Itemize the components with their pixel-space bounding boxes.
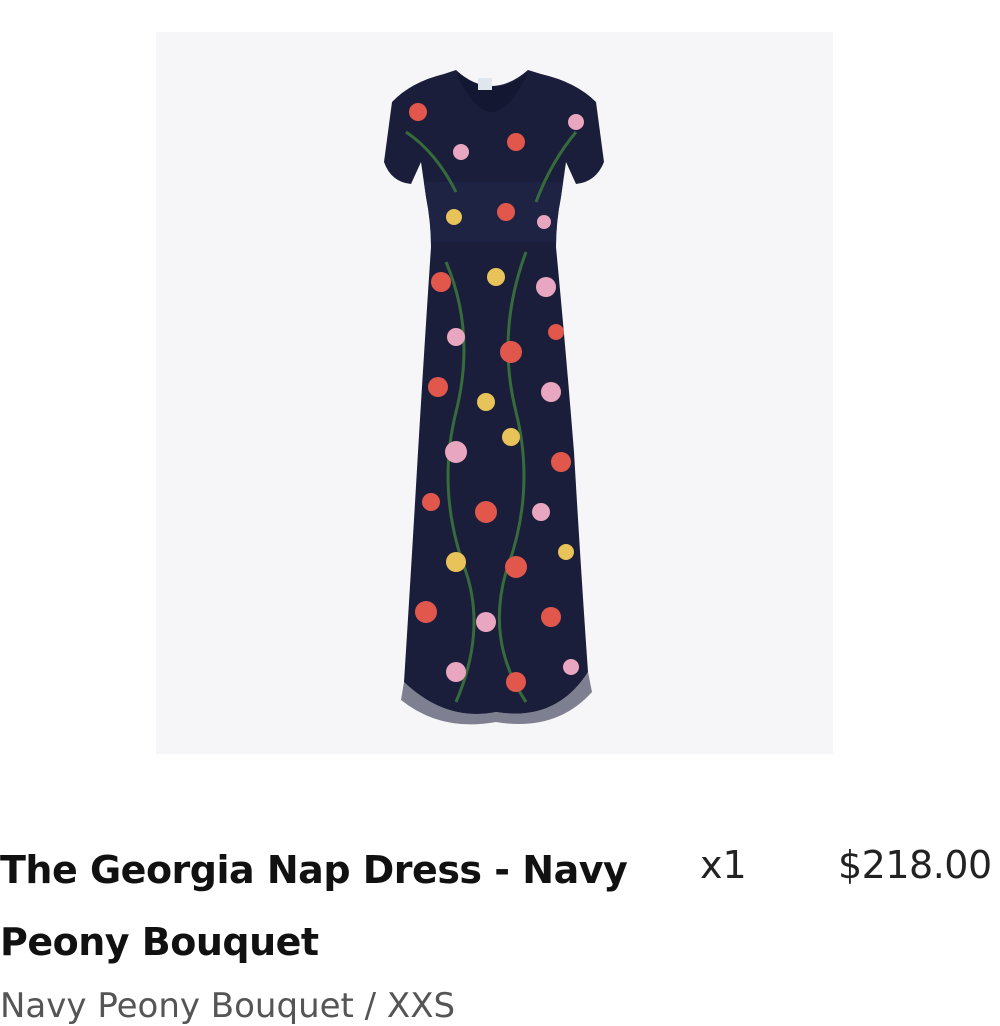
dress-illustration: [384, 70, 604, 725]
cart-item-row: The Georgia Nap Dress - Navy Peony Bouqu…: [0, 832, 1000, 1026]
product-title[interactable]: The Georgia Nap Dress - Navy Peony Bouqu…: [0, 834, 640, 978]
product-image[interactable]: [156, 32, 833, 754]
item-quantity: x1: [700, 843, 747, 887]
item-variant: Navy Peony Bouquet / XXS: [0, 986, 456, 1026]
item-price: $218.00: [838, 843, 992, 887]
